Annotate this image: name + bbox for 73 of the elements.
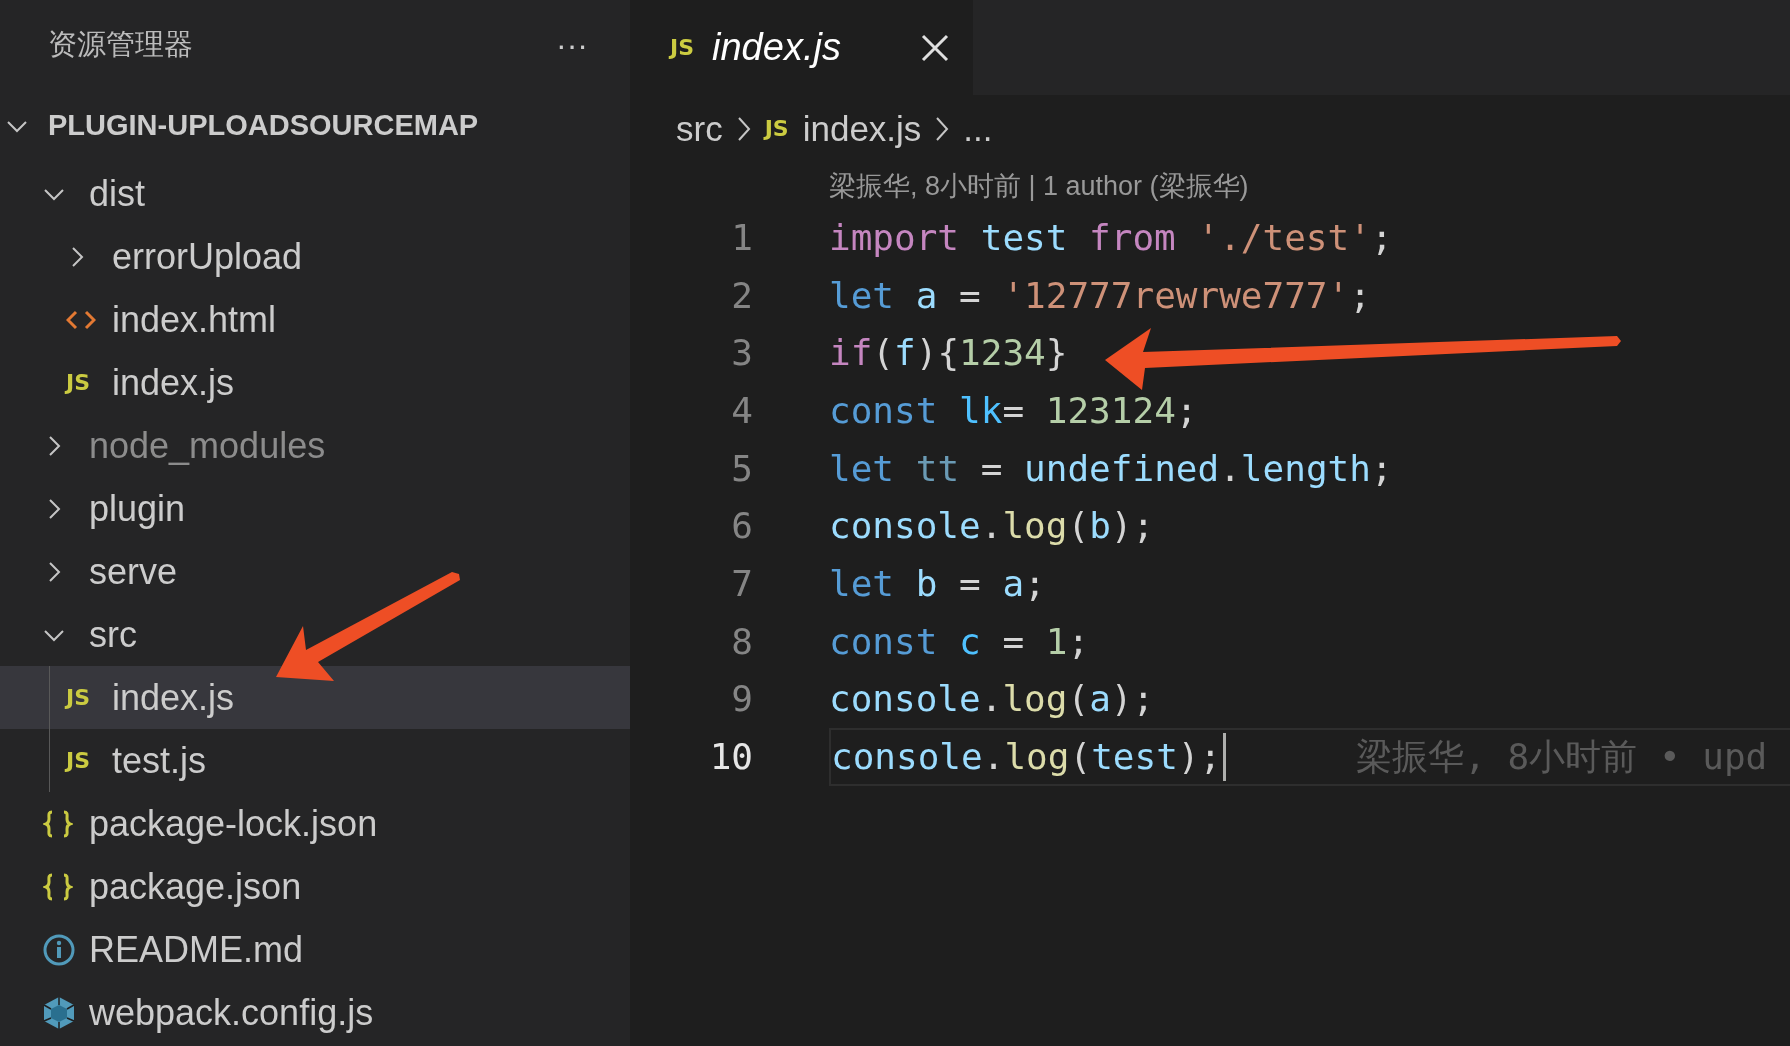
line-number: 5 xyxy=(730,446,753,491)
breadcrumb-item[interactable]: index.js xyxy=(802,102,922,156)
folder-row[interactable]: node_modules xyxy=(0,414,630,477)
file-name: index.js xyxy=(112,675,235,720)
folder-row[interactable]: plugin xyxy=(0,477,630,540)
folder-name: src xyxy=(89,612,137,657)
line-number: 10 xyxy=(708,735,753,780)
editor-tab[interactable]: JS index.js xyxy=(630,0,973,95)
inline-blame: 梁振华, 8小时前 • upd xyxy=(1356,735,1768,780)
file-row[interactable]: webpack.config.js xyxy=(0,981,630,1044)
blame-summary[interactable]: 梁振华, 8小时前 | 1 author (梁振华) xyxy=(829,163,1790,209)
braces-icon xyxy=(43,808,73,839)
line-number: 2 xyxy=(730,273,753,318)
line-number: 7 xyxy=(730,561,753,606)
file-row[interactable]: JS test.js xyxy=(0,729,630,792)
info-icon xyxy=(43,933,75,966)
code-line: let tt = undefined.length; xyxy=(829,446,1393,491)
folder-row[interactable]: serve xyxy=(0,540,630,603)
js-file-icon: JS xyxy=(764,118,789,140)
line-number: 3 xyxy=(730,331,753,376)
current-line: console.log(test); 梁振华, 8小时前 • upd xyxy=(829,728,1790,786)
cube-icon xyxy=(43,995,75,1030)
code-line: const c = 1; xyxy=(829,619,1090,664)
code-line: console.log(a); xyxy=(829,677,1155,722)
js-file-icon: JS xyxy=(66,686,91,709)
breadcrumb-item[interactable]: ... xyxy=(963,102,993,156)
close-icon[interactable] xyxy=(921,33,949,62)
project-name: PLUGIN-UPLOADSOURCEMAP xyxy=(48,108,479,144)
folder-row[interactable]: errorUpload xyxy=(0,225,630,288)
code-line: console.log(b); xyxy=(829,504,1155,549)
text-cursor xyxy=(1223,733,1227,782)
line-number: 1 xyxy=(730,215,753,260)
js-file-icon: JS xyxy=(66,749,91,772)
line-number: 9 xyxy=(730,677,753,722)
code-line: if(f){1234} xyxy=(829,331,1068,376)
file-row[interactable]: package-lock.json xyxy=(0,792,630,855)
tab-label: index.js xyxy=(712,25,842,70)
breadcrumb-item[interactable]: src xyxy=(676,102,723,156)
file-name: package-lock.json xyxy=(89,801,378,846)
folder-name: plugin xyxy=(89,486,186,531)
code-line: let b = a; xyxy=(829,561,1046,606)
folder-name: node_modules xyxy=(89,423,326,468)
folder-row[interactable]: src xyxy=(0,603,630,666)
more-actions-button[interactable]: ··· xyxy=(556,29,588,61)
file-name: README.md xyxy=(89,927,304,972)
file-name: package.json xyxy=(89,864,302,909)
file-row[interactable]: JS index.js xyxy=(0,666,630,729)
code-brackets-icon xyxy=(66,308,96,331)
file-row[interactable]: README.md xyxy=(0,918,630,981)
file-name: index.html xyxy=(112,297,277,342)
file-row[interactable]: JS index.js xyxy=(0,351,630,414)
file-name: test.js xyxy=(112,738,207,783)
project-root-row[interactable]: PLUGIN-UPLOADSOURCEMAP xyxy=(0,90,630,162)
file-name: webpack.config.js xyxy=(89,990,374,1035)
line-number: 8 xyxy=(730,619,753,664)
code-line: const lk= 123124; xyxy=(829,388,1198,433)
file-name: index.js xyxy=(112,360,235,405)
code-line: import test from './test'; xyxy=(829,215,1393,260)
file-row[interactable]: package.json xyxy=(0,855,630,918)
folder-name: dist xyxy=(89,171,146,216)
braces-icon xyxy=(43,871,73,902)
line-number: 4 xyxy=(730,388,753,433)
chevron-right-icon xyxy=(935,116,950,142)
code-line: let a = '12777rewrwe777'; xyxy=(829,273,1371,318)
js-file-icon: JS xyxy=(66,371,91,394)
explorer-title: 资源管理器 xyxy=(48,27,193,63)
file-row[interactable]: index.html xyxy=(0,288,630,351)
folder-row[interactable]: dist xyxy=(0,162,630,225)
chevron-right-icon xyxy=(736,116,751,142)
js-file-icon: JS xyxy=(670,36,695,59)
line-number: 6 xyxy=(730,504,753,549)
folder-name: errorUpload xyxy=(112,234,303,279)
folder-name: serve xyxy=(89,549,178,594)
